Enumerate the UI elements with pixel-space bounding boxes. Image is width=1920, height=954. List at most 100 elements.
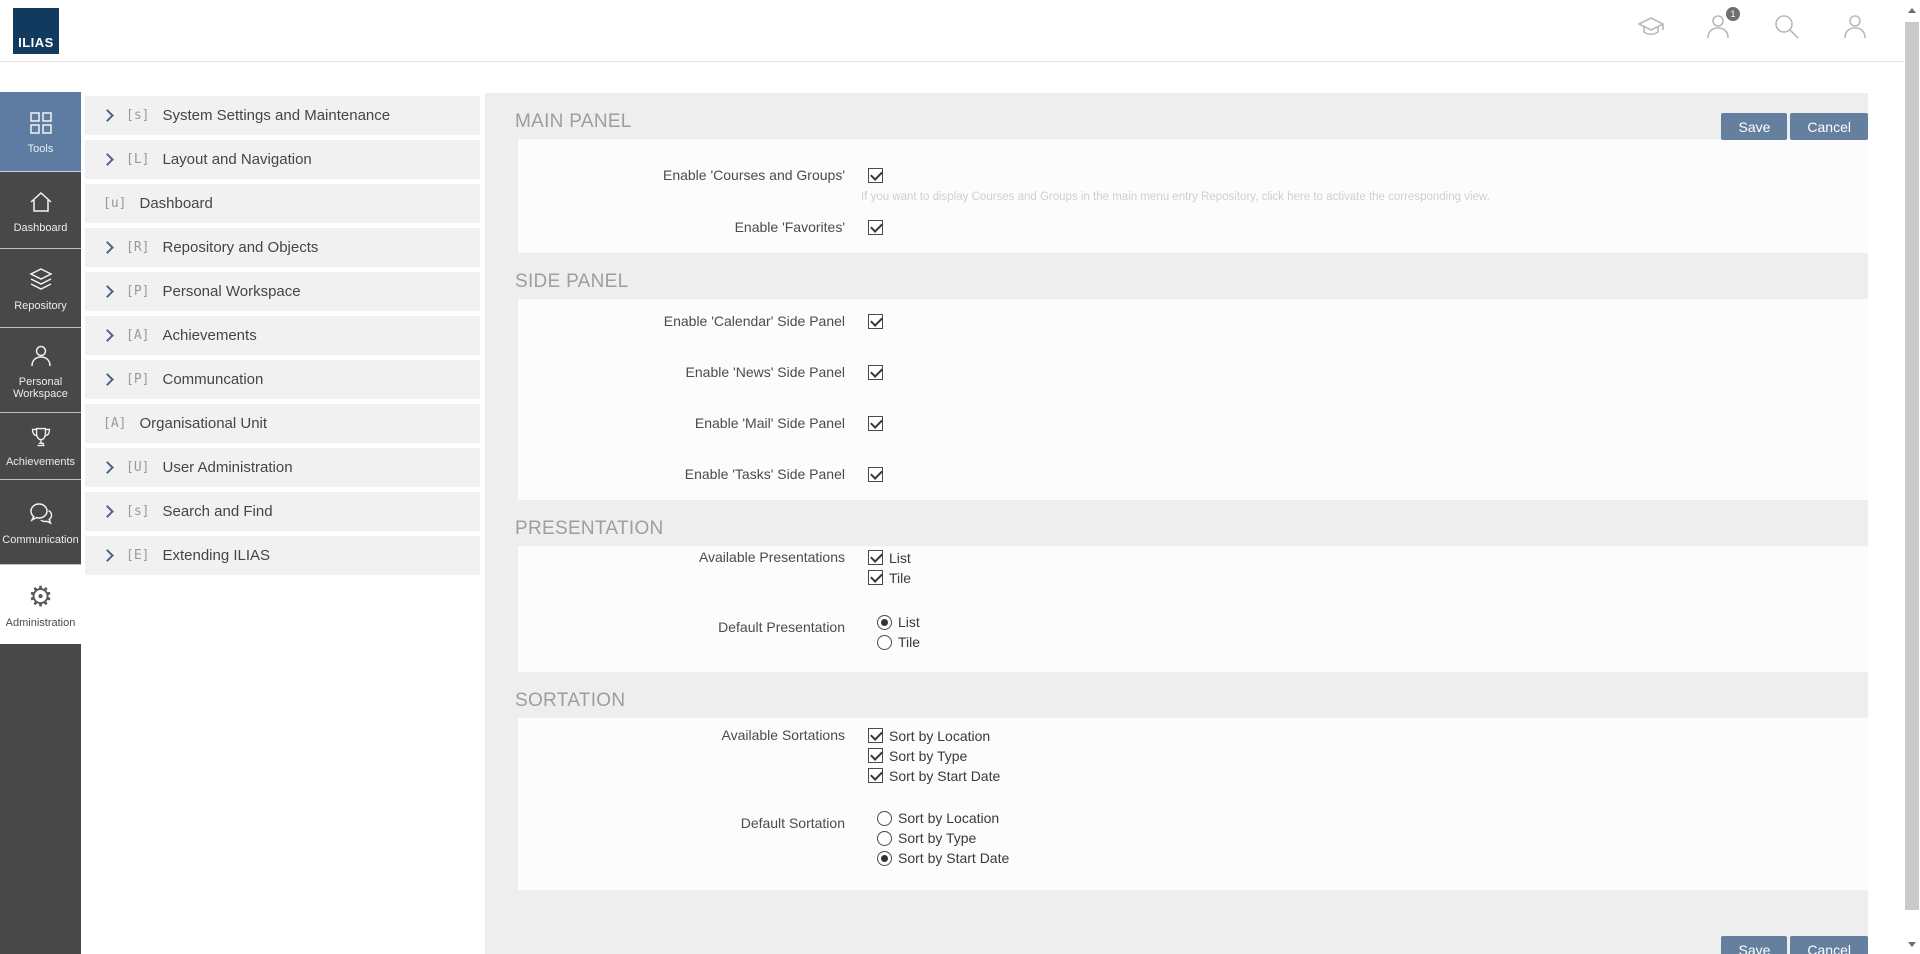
header-icon-bar: 1	[1634, 10, 1872, 44]
rail-item-tools[interactable]: Tools	[0, 92, 81, 172]
trophy-icon	[28, 425, 54, 450]
section-body-main-panel: Enable 'Courses and Groups' If you want …	[518, 139, 1868, 253]
menu-item-label: Organisational Unit	[139, 415, 267, 432]
chevron-right-icon	[101, 461, 114, 474]
default-sort-location-radio[interactable]	[877, 811, 892, 826]
online-users-icon[interactable]: 1	[1702, 10, 1736, 44]
menu-item-label: Personal Workspace	[162, 283, 300, 300]
letter-icon: [R]	[126, 240, 149, 255]
form-actions-bottom: Save Cancel	[1721, 936, 1868, 954]
sort-by-start-date-checkbox[interactable]	[868, 768, 883, 783]
field-label: Default Sortation	[518, 814, 845, 831]
rail-item-label: Personal Workspace	[3, 376, 78, 400]
form-row-enable-calendar: Enable 'Calendar' Side Panel	[518, 311, 1868, 331]
field-byline: If you want to display Courses and Group…	[861, 191, 1868, 205]
chevron-right-icon	[101, 549, 114, 562]
online-users-badge: 1	[1726, 7, 1740, 21]
option-sort-location: Sort by Location	[868, 726, 1000, 746]
ilias-admin-page: ILIAS 1	[0, 0, 1920, 954]
menu-item-system-settings[interactable]: [s] System Settings and Maintenance	[85, 96, 480, 135]
default-sort-start-date-radio[interactable]	[877, 851, 892, 866]
menu-item-repository-objects[interactable]: [R] Repository and Objects	[85, 228, 480, 267]
rail-item-personal-workspace[interactable]: Personal Workspace	[0, 328, 81, 413]
rail-item-repository[interactable]: Repository	[0, 249, 81, 328]
field-label: Enable 'Tasks' Side Panel	[518, 466, 845, 482]
rail-item-label: Achievements	[6, 456, 75, 468]
scrollbar-thumb[interactable]	[1905, 22, 1919, 910]
menu-item-dashboard[interactable]: [u] Dashboard	[85, 184, 480, 223]
layers-icon	[27, 266, 55, 294]
menu-item-search-and-find[interactable]: [s] Search and Find	[85, 492, 480, 531]
menu-item-user-administration[interactable]: [U] User Administration	[85, 448, 480, 487]
graduation-cap-icon[interactable]	[1634, 10, 1668, 44]
option-label: Tile	[889, 570, 911, 586]
option-sort-start-date: Sort by Start Date	[868, 766, 1000, 786]
graduation-cap-glyph	[1635, 11, 1667, 43]
option-label: Sort by Location	[889, 728, 990, 744]
letter-icon: [A]	[103, 416, 126, 431]
search-icon[interactable]	[1770, 10, 1804, 44]
section-title-side-panel: SIDE PANEL	[485, 253, 1868, 299]
save-button[interactable]: Save	[1721, 113, 1787, 140]
letter-icon: [U]	[126, 460, 149, 475]
option-tile: Tile	[868, 638, 920, 658]
enable-favorites-checkbox[interactable]	[868, 220, 883, 235]
sort-by-location-checkbox[interactable]	[868, 728, 883, 743]
enable-news-checkbox[interactable]	[868, 365, 883, 380]
menu-item-layout-navigation[interactable]: [L] Layout and Navigation	[85, 140, 480, 179]
enable-tasks-checkbox[interactable]	[868, 467, 883, 482]
page-scrollbar	[1904, 0, 1920, 954]
menu-item-communication[interactable]: [P] Communcation	[85, 360, 480, 399]
administration-menu: [s] System Settings and Maintenance [L] …	[85, 96, 480, 580]
rail-item-administration[interactable]: ⚙ Administration	[0, 565, 81, 644]
radio-group: Sort by Location Sort by Type Sort by St…	[868, 814, 1009, 874]
sort-by-type-checkbox[interactable]	[868, 748, 883, 763]
enable-calendar-checkbox[interactable]	[868, 314, 883, 329]
field-label: Enable 'Courses and Groups'	[518, 167, 845, 183]
field-label: Available Sortations	[518, 726, 845, 743]
ilias-logo[interactable]: ILIAS	[13, 8, 59, 54]
menu-item-personal-workspace[interactable]: [P] Personal Workspace	[85, 272, 480, 311]
section-title-sortation: SORTATION	[485, 672, 1868, 718]
option-label: Sort by Start Date	[898, 850, 1009, 866]
rail-item-label: Administration	[6, 617, 76, 629]
menu-item-label: Repository and Objects	[162, 239, 318, 256]
search-glyph	[1771, 11, 1803, 43]
letter-icon: [u]	[103, 196, 126, 211]
top-header: ILIAS 1	[0, 0, 1920, 62]
main-bar-rail: Tools Dashboard Repository Personal Work…	[0, 92, 81, 954]
scrollbar-up-arrow-icon[interactable]	[1904, 2, 1920, 18]
default-sort-type-radio[interactable]	[877, 831, 892, 846]
menu-item-label: Search and Find	[162, 503, 272, 520]
scrollbar-down-arrow-icon[interactable]	[1904, 936, 1920, 952]
form-row-enable-news: Enable 'News' Side Panel	[518, 362, 1868, 382]
option-label: Sort by Start Date	[889, 768, 1000, 784]
presentation-tile-checkbox[interactable]	[868, 570, 883, 585]
enable-courses-groups-checkbox[interactable]	[868, 168, 883, 183]
section-body-sortation: Available Sortations Sort by Location So…	[518, 718, 1868, 890]
save-button[interactable]: Save	[1721, 936, 1787, 954]
enable-mail-checkbox[interactable]	[868, 416, 883, 431]
chevron-right-icon	[101, 241, 114, 254]
form-actions-top: Save Cancel	[1721, 113, 1868, 140]
letter-icon: [P]	[126, 284, 149, 299]
menu-item-label: Extending ILIAS	[162, 547, 270, 564]
presentation-list-checkbox[interactable]	[868, 550, 883, 565]
option-sort-type: Sort by Type	[868, 746, 1000, 766]
user-avatar-icon[interactable]	[1838, 10, 1872, 44]
menu-item-achievements[interactable]: [A] Achievements	[85, 316, 480, 355]
menu-item-extending-ilias[interactable]: [E] Extending ILIAS	[85, 536, 480, 575]
cancel-button[interactable]: Cancel	[1790, 936, 1868, 954]
default-presentation-tile-radio[interactable]	[877, 635, 892, 650]
rail-item-dashboard[interactable]: Dashboard	[0, 172, 81, 249]
default-presentation-list-radio[interactable]	[877, 615, 892, 630]
form-row-enable-mail: Enable 'Mail' Side Panel	[518, 413, 1868, 433]
menu-item-organisational-unit[interactable]: [A] Organisational Unit	[85, 404, 480, 443]
rail-item-communication[interactable]: Communication	[0, 480, 81, 565]
cancel-button[interactable]: Cancel	[1790, 113, 1868, 140]
rail-item-achievements[interactable]: Achievements	[0, 413, 81, 480]
person-icon	[27, 342, 55, 370]
section-body-presentation: Available Presentations List Tile Defaul…	[518, 546, 1868, 672]
field-label: Available Presentations	[518, 548, 845, 565]
section-title-main-panel: MAIN PANEL	[485, 93, 1868, 139]
